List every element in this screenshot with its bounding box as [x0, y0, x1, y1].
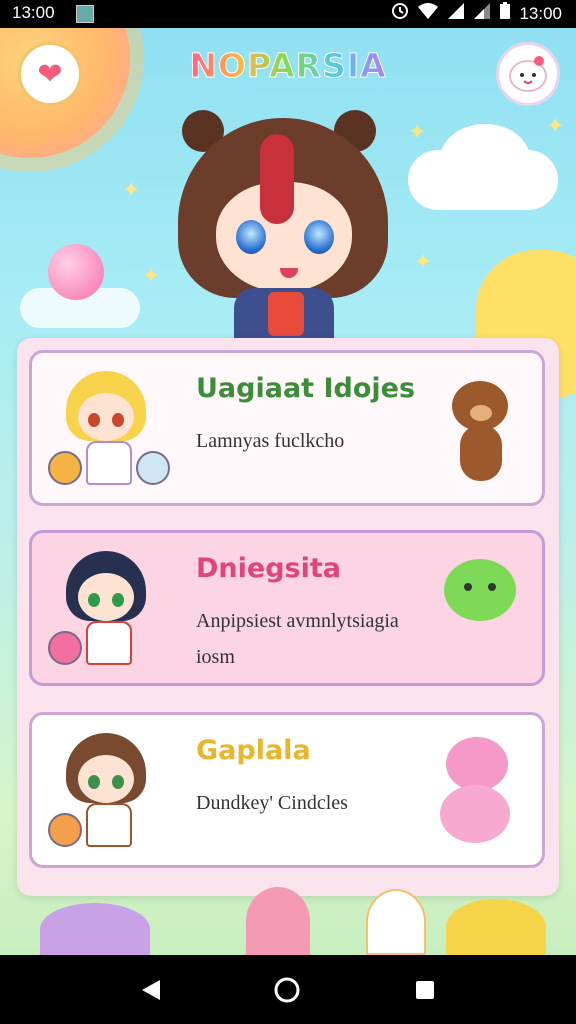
app-logo: NOPARSIA: [189, 46, 387, 86]
star-decoration: ✦: [122, 178, 141, 203]
hero-eye: [304, 220, 334, 254]
signal-icon-2: [473, 2, 491, 25]
mascot-body: [444, 559, 516, 621]
avatar-face: [78, 755, 134, 803]
badge-icon: [136, 451, 170, 485]
avatar-eye: [88, 413, 100, 427]
character-avatar-navy: [48, 547, 164, 673]
star-decoration: ✦: [142, 264, 161, 289]
profile-button[interactable]: [496, 42, 560, 106]
status-bar: 13:00 13:00: [0, 0, 576, 28]
avatar-eye: [112, 413, 124, 427]
mascot-head: [446, 737, 508, 791]
status-icons: 13:00: [391, 2, 562, 25]
back-icon: [142, 980, 160, 1000]
duck-character-peek: [366, 889, 426, 955]
card-subtitle: Anpipsiest avmnlytsiagia iosm: [196, 610, 399, 668]
hero-red-streak: [260, 134, 294, 224]
home-button[interactable]: [270, 973, 304, 1007]
card-title: Dniegsita: [196, 553, 341, 584]
star-decoration: ✦: [408, 120, 427, 145]
badge-icon: [48, 451, 82, 485]
home-icon: [274, 977, 300, 1003]
badge-icon: [48, 813, 82, 847]
mascot-eye: [464, 583, 472, 591]
character-list-panel: Uagiaat Idojes Lamnyas fuclkcho Dniegsit…: [17, 338, 559, 896]
character-avatar-brown: [48, 729, 164, 855]
favorites-button[interactable]: ❤: [18, 42, 82, 106]
status-time-right: 13:00: [519, 3, 562, 23]
star-decoration: ✦: [546, 114, 565, 139]
back-button[interactable]: [134, 973, 168, 1007]
avatar-eye: [112, 593, 124, 607]
recent-apps-icon: [416, 981, 434, 999]
pink-bear-mascot-icon: [438, 737, 524, 847]
hero-eye: [236, 220, 266, 254]
mascot-face-icon: [509, 56, 547, 92]
mascot-eye: [488, 583, 496, 591]
avatar-eye: [112, 775, 124, 789]
hero-scarf: [268, 292, 304, 336]
signal-icon: [447, 2, 465, 25]
mascot-snout: [470, 405, 492, 421]
app-screen: ✦ ✦ ✦ ✦ ✦ ❤ NOPARSIA Uagiaat Idojes Lamn…: [0, 28, 576, 955]
avatar-face: [78, 393, 134, 441]
purple-character-peek: [40, 903, 150, 955]
yellow-character-peek: [446, 899, 546, 955]
status-time-left: 13:00: [12, 3, 55, 22]
recent-apps-button[interactable]: [408, 973, 442, 1007]
pink-character-peek: [246, 887, 310, 955]
character-card-2[interactable]: Dniegsita Anpipsiest avmnlytsiagia iosm: [29, 530, 545, 686]
avatar-body: [86, 621, 132, 665]
hero-character-illustration: [168, 98, 398, 358]
cloud-decoration: [440, 124, 530, 194]
avatar-body: [86, 441, 132, 485]
navigation-bar: [0, 955, 576, 1024]
bear-mascot-icon: [438, 375, 524, 485]
character-avatar-blonde: [48, 367, 170, 493]
wifi-icon: [417, 2, 439, 25]
character-card-3[interactable]: Gaplala Dundkey' Cindcles: [29, 712, 545, 868]
avatar-face: [78, 573, 134, 621]
card-subtitle: Dundkey' Cindcles: [196, 792, 348, 814]
cherry-decoration: [48, 244, 104, 300]
battery-icon: [499, 2, 511, 25]
avatar-eye: [88, 593, 100, 607]
alarm-icon: [391, 2, 409, 25]
card-title: Gaplala: [196, 735, 311, 766]
avatar-body: [86, 803, 132, 847]
green-monster-mascot-icon: [438, 555, 524, 665]
badge-icon: [48, 631, 82, 665]
card-title: Uagiaat Idojes: [196, 373, 416, 404]
character-card-1[interactable]: Uagiaat Idojes Lamnyas fuclkcho: [29, 350, 545, 506]
mascot-body: [440, 785, 510, 843]
avatar-eye: [88, 775, 100, 789]
heart-icon: ❤: [37, 56, 63, 92]
card-subtitle: Lamnyas fuclkcho: [196, 430, 345, 452]
mascot-body: [460, 425, 502, 481]
star-decoration: ✦: [414, 250, 433, 275]
notification-app-icon: [76, 5, 94, 23]
